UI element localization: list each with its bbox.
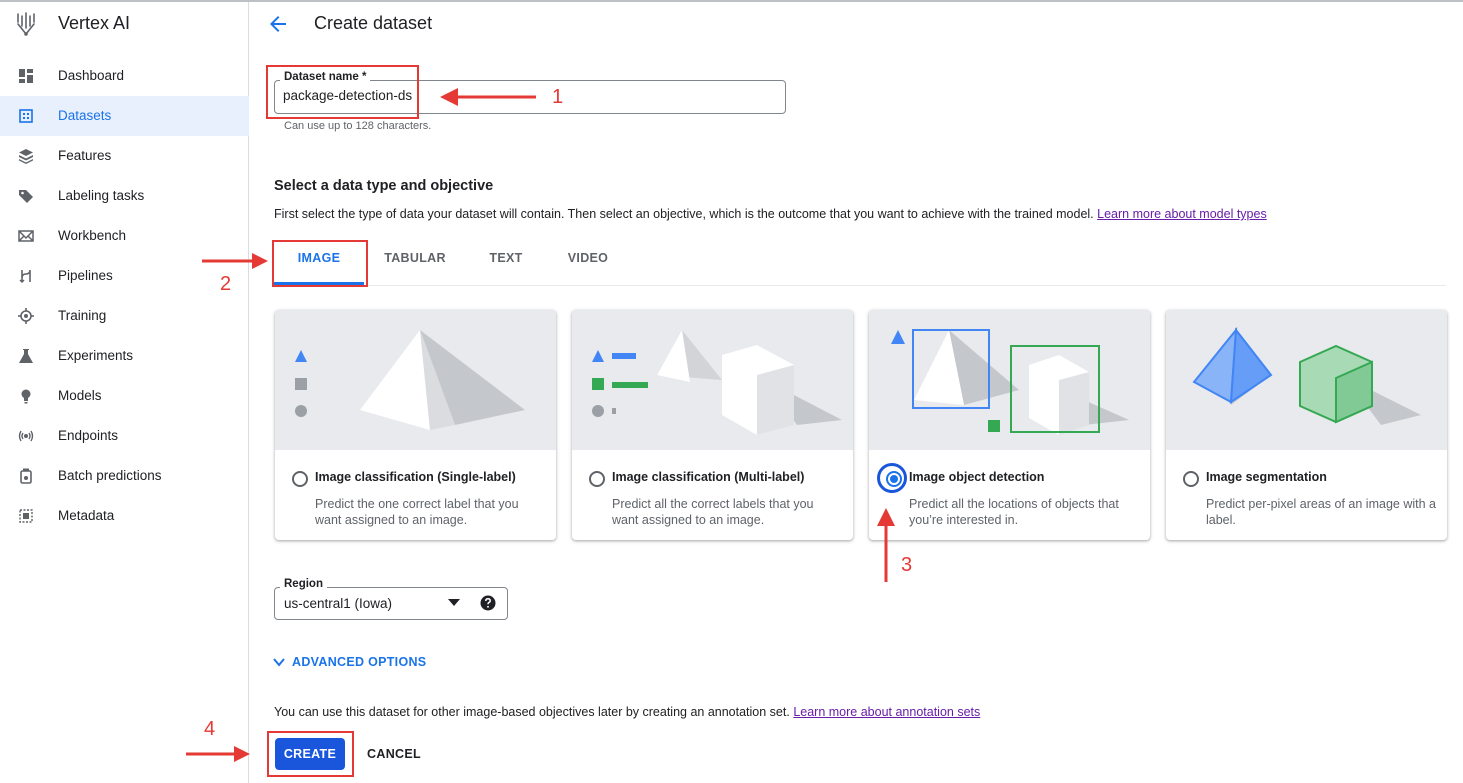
sidebar-item-labeling-tasks[interactable]: Labeling tasks [0, 176, 249, 216]
sidebar-item-workbench[interactable]: Workbench [0, 216, 249, 256]
vertex-ai-logo-icon [17, 12, 35, 36]
objective-title: Image segmentation [1206, 470, 1327, 484]
annotation-arrow-up-icon [877, 508, 895, 582]
section-title: Select a data type and objective [274, 178, 494, 194]
sidebar-item-label: Features [58, 148, 112, 163]
single-label-illustration [275, 310, 556, 450]
region-label: Region [280, 578, 327, 590]
flask-icon [19, 349, 33, 363]
sidebar-item-label: Datasets [58, 108, 112, 123]
sidebar-item-label: Dashboard [58, 68, 125, 83]
sidebar-item-batch-predictions[interactable]: Batch predictions [0, 456, 249, 496]
dashboard-icon [19, 69, 33, 83]
tab-text[interactable]: TEXT [464, 244, 548, 284]
pipelines-icon [19, 269, 31, 284]
multi-label-illustration [572, 310, 853, 450]
sidebar-item-label: Metadata [58, 508, 115, 523]
annotation-box-create-button [267, 731, 354, 777]
objective-card-single-label[interactable]: Image classification (Single-label) Pred… [275, 310, 556, 540]
annotation-set-note-text: You can use this dataset for other image… [274, 705, 790, 719]
features-icon [19, 149, 33, 164]
sidebar-item-label: Training [58, 308, 107, 323]
sidebar: Vertex AI Dashboard Datasets Features La… [0, 2, 249, 783]
annotation-box-image-tab [272, 240, 368, 287]
segmentation-illustration [1166, 310, 1447, 450]
tabs-divider [274, 285, 1446, 286]
brand[interactable]: Vertex AI [0, 2, 249, 46]
metadata-icon [19, 509, 33, 523]
caret-down-icon[interactable] [448, 599, 460, 607]
datasets-icon [19, 109, 33, 123]
tab-tabular[interactable]: TABULAR [370, 244, 460, 284]
annotation-arrow-left-icon [440, 88, 536, 106]
annotation-box-dataset-name [266, 65, 419, 119]
sidebar-item-label: Batch predictions [58, 468, 162, 483]
single-label-radio[interactable] [292, 471, 308, 487]
multi-label-radio[interactable] [589, 471, 605, 487]
objective-description: Predict all the locations of objects tha… [909, 497, 1119, 527]
dataset-name-hint: Can use up to 128 characters. [284, 120, 432, 132]
app-title: Vertex AI [58, 13, 131, 33]
annotation-arrow-right-icon [186, 746, 250, 762]
segmentation-radio[interactable] [1183, 471, 1199, 487]
annotation-number-3: 3 [901, 554, 913, 576]
sidebar-item-label: Endpoints [58, 428, 119, 443]
objective-title: Image object detection [909, 470, 1045, 484]
learn-more-model-types-link[interactable]: Learn more about model types [1097, 207, 1267, 221]
sidebar-item-label: Workbench [58, 228, 127, 243]
training-icon [18, 308, 34, 324]
sidebar-item-dashboard[interactable]: Dashboard [0, 56, 249, 96]
annotation-number-4: 4 [204, 718, 216, 740]
region-value: us-central1 (Iowa) [284, 596, 393, 611]
radio-focus-ring [877, 463, 907, 493]
annotation-number-1: 1 [552, 86, 564, 108]
sidebar-item-label: Models [58, 388, 102, 403]
page-title: Create dataset [314, 13, 433, 33]
advanced-options-toggle[interactable]: ADVANCED OPTIONS [272, 654, 426, 670]
objective-title: Image classification (Single-label) [315, 470, 516, 484]
sidebar-item-models[interactable]: Models [0, 376, 249, 416]
sidebar-item-label: Labeling tasks [58, 188, 145, 203]
cancel-button[interactable]: CANCEL [359, 738, 429, 770]
section-description: First select the type of data your datas… [274, 207, 1267, 221]
annotation-set-note: You can use this dataset for other image… [274, 705, 980, 719]
objective-description: Predict the one correct label that you w… [315, 497, 519, 527]
sidebar-item-experiments[interactable]: Experiments [0, 336, 249, 376]
batch-icon [20, 468, 32, 484]
sidebar-item-endpoints[interactable]: Endpoints [0, 416, 249, 456]
objective-card-multi-label[interactable]: Image classification (Multi-label) Predi… [572, 310, 853, 540]
objective-title: Image classification (Multi-label) [612, 470, 805, 484]
sidebar-item-label: Pipelines [58, 268, 113, 283]
broadcast-icon [18, 430, 34, 442]
arrow-back-icon[interactable] [266, 12, 290, 36]
workbench-icon [18, 230, 34, 242]
tab-video[interactable]: VIDEO [548, 244, 628, 284]
annotation-number-2: 2 [220, 273, 232, 295]
help-circle-icon[interactable] [480, 595, 496, 611]
lightbulb-icon [21, 389, 31, 404]
learn-more-annotation-sets-link[interactable]: Learn more about annotation sets [793, 705, 980, 719]
chevron-down-icon [273, 658, 285, 667]
objective-card-segmentation[interactable]: Image segmentation Predict per-pixel are… [1166, 310, 1447, 540]
objective-description: Predict all the correct labels that you … [612, 497, 814, 527]
sidebar-item-features[interactable]: Features [0, 136, 249, 176]
sidebar-item-metadata[interactable]: Metadata [0, 496, 249, 536]
sidebar-item-label: Experiments [58, 348, 134, 363]
objective-card-object-detection[interactable]: Image object detection Predict all the l… [869, 310, 1150, 540]
section-description-text: First select the type of data your datas… [274, 207, 1094, 221]
tag-icon [19, 190, 33, 203]
annotation-arrow-right-icon [202, 253, 268, 269]
sidebar-item-datasets[interactable]: Datasets [0, 96, 249, 136]
advanced-options-label: ADVANCED OPTIONS [292, 655, 427, 669]
sidebar-item-training[interactable]: Training [0, 296, 249, 336]
object-detection-illustration [869, 310, 1150, 450]
objective-description: Predict per-pixel areas of an image with… [1206, 497, 1436, 527]
